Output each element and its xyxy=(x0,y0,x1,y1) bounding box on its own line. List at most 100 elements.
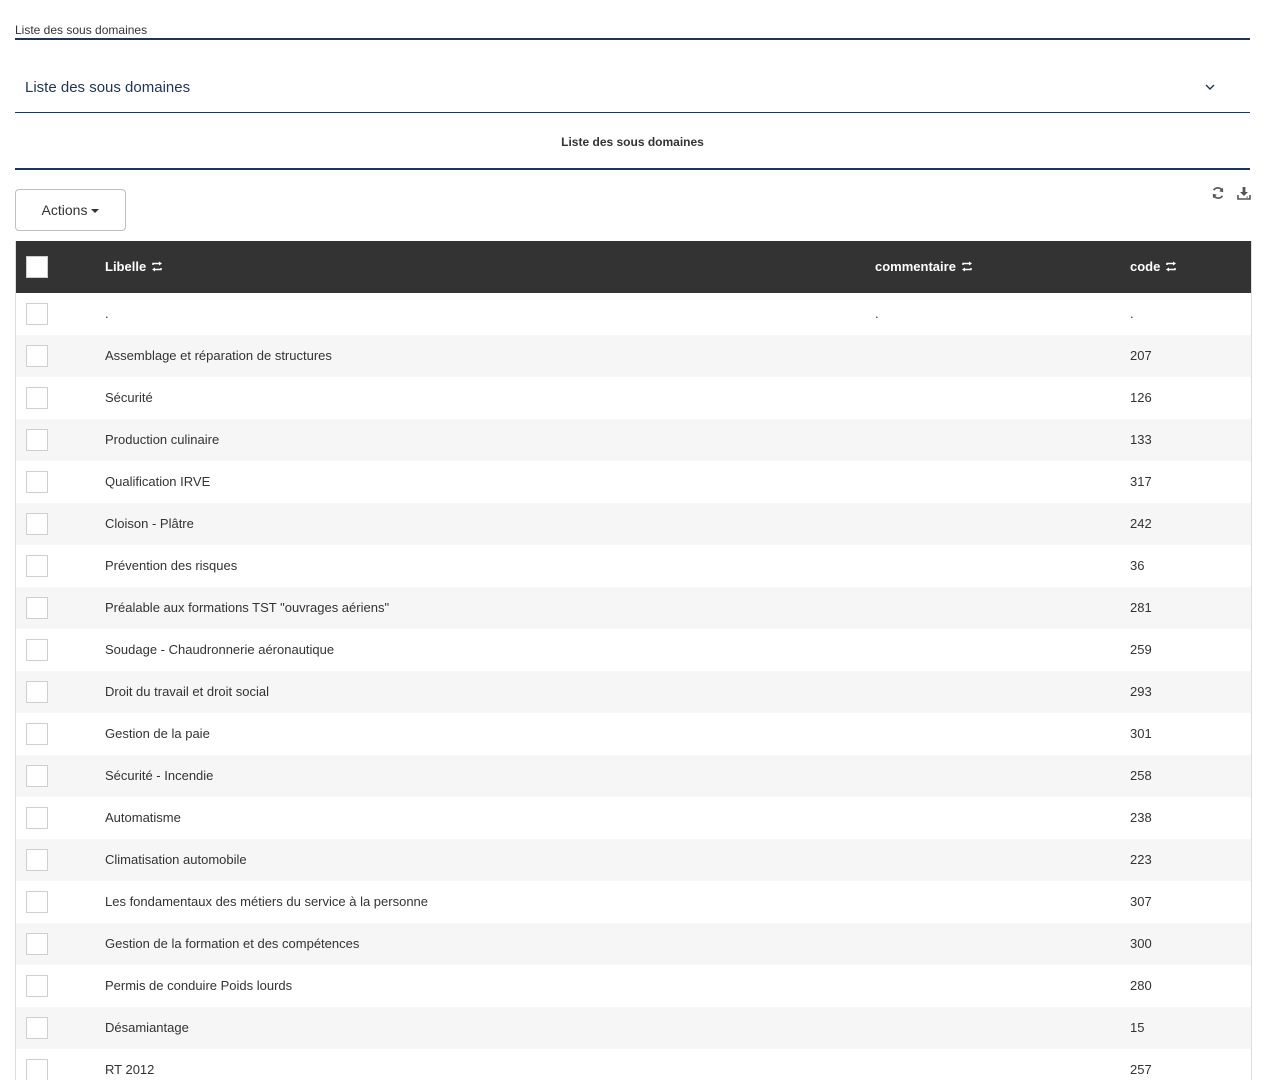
actions-button-label: Actions xyxy=(41,202,88,218)
cell-libelle: Permis de conduire Poids lourds xyxy=(105,978,293,993)
row-checkbox[interactable] xyxy=(26,387,48,409)
column-header-code[interactable]: code xyxy=(1130,259,1177,275)
cell-libelle: Gestion de la formation et des compétenc… xyxy=(105,936,360,951)
table-row[interactable]: Prévention des risques 36 xyxy=(16,545,1251,587)
cell-libelle: . xyxy=(105,306,109,321)
row-checkbox[interactable] xyxy=(26,429,48,451)
data-grid: Libelle commentaire code ... Assemblage e… xyxy=(15,241,1252,1080)
table-row[interactable]: Production culinaire 133 xyxy=(16,419,1251,461)
column-header-commentaire[interactable]: commentaire xyxy=(875,259,973,275)
column-header-libelle[interactable]: Libelle xyxy=(105,259,163,275)
column-header-libelle-label: Libelle xyxy=(105,259,147,274)
table-row[interactable]: Droit du travail et droit social 293 xyxy=(16,671,1251,713)
grid-header: Libelle commentaire code xyxy=(16,241,1251,293)
table-row[interactable]: Cloison - Plâtre 242 xyxy=(16,503,1251,545)
cell-code: 280 xyxy=(1130,978,1152,993)
refresh-icon[interactable] xyxy=(1211,186,1225,200)
cell-code: . xyxy=(1130,306,1134,321)
cell-code: 300 xyxy=(1130,936,1152,951)
row-checkbox[interactable] xyxy=(26,681,48,703)
cell-code: 207 xyxy=(1130,348,1152,363)
table-row[interactable]: Qualification IRVE 317 xyxy=(16,461,1251,503)
cell-commentaire: . xyxy=(875,306,879,321)
sort-icon xyxy=(1166,261,1177,272)
cell-code: 126 xyxy=(1130,390,1152,405)
row-checkbox[interactable] xyxy=(26,471,48,493)
cell-code: 307 xyxy=(1130,894,1152,909)
page: Liste des sous domaines Liste des sous d… xyxy=(0,0,1265,1080)
table-row[interactable]: Gestion de la paie 301 xyxy=(16,713,1251,755)
download-icon[interactable] xyxy=(1237,186,1251,200)
cell-code: 259 xyxy=(1130,642,1152,657)
column-header-code-label: code xyxy=(1130,259,1161,274)
cell-libelle: Qualification IRVE xyxy=(105,474,211,489)
cell-code: 242 xyxy=(1130,516,1152,531)
chevron-down-icon xyxy=(1205,84,1215,90)
caret-down-icon xyxy=(91,209,100,214)
cell-code: 223 xyxy=(1130,852,1152,867)
table-row[interactable]: Automatisme 238 xyxy=(16,797,1251,839)
cell-code: 258 xyxy=(1130,768,1152,783)
row-checkbox[interactable] xyxy=(26,345,48,367)
cell-libelle: Droit du travail et droit social xyxy=(105,684,270,699)
row-checkbox[interactable] xyxy=(26,303,48,325)
cell-libelle: Les fondamentaux des métiers du service … xyxy=(105,894,429,909)
cell-code: 257 xyxy=(1130,1062,1152,1077)
cell-libelle: Soudage - Chaudronnerie aéronautique xyxy=(105,642,335,657)
row-checkbox[interactable] xyxy=(26,765,48,787)
row-checkbox[interactable] xyxy=(26,975,48,997)
grid-body: ... Assemblage et réparation de structure… xyxy=(16,293,1251,1080)
row-checkbox[interactable] xyxy=(26,723,48,745)
cell-libelle: Gestion de la paie xyxy=(105,726,210,741)
row-checkbox[interactable] xyxy=(26,891,48,913)
breadcrumb: Liste des sous domaines xyxy=(15,22,1250,40)
table-row[interactable]: Assemblage et réparation de structures 20… xyxy=(16,335,1251,377)
table-row[interactable]: Sécurité - Incendie 258 xyxy=(16,755,1251,797)
cell-code: 317 xyxy=(1130,474,1152,489)
cell-libelle: Sécurité - Incendie xyxy=(105,768,214,783)
select-all-checkbox[interactable] xyxy=(26,256,48,278)
cell-libelle: Climatisation automobile xyxy=(105,852,247,867)
actions-dropdown-button[interactable]: Actions xyxy=(15,189,126,231)
cell-code: 293 xyxy=(1130,684,1152,699)
cell-libelle: Cloison - Plâtre xyxy=(105,516,194,531)
table-row[interactable]: RT 2012 257 xyxy=(16,1049,1251,1080)
sort-icon xyxy=(961,261,972,272)
table-row[interactable]: Désamiantage 15 xyxy=(16,1007,1251,1049)
cell-libelle: Préalable aux formations TST "ouvrages a… xyxy=(105,600,390,615)
table-row[interactable]: Sécurité 126 xyxy=(16,377,1251,419)
table-row[interactable]: Climatisation automobile 223 xyxy=(16,839,1251,881)
cell-code: 281 xyxy=(1130,600,1152,615)
table-row[interactable]: Les fondamentaux des métiers du service … xyxy=(16,881,1251,923)
sort-icon xyxy=(152,261,163,272)
cell-code: 301 xyxy=(1130,726,1152,741)
table-row[interactable]: Préalable aux formations TST "ouvrages a… xyxy=(16,587,1251,629)
cell-libelle: Assemblage et réparation de structures xyxy=(105,348,332,363)
table-row[interactable]: ... xyxy=(16,293,1251,335)
cell-libelle: Automatisme xyxy=(105,810,181,825)
row-checkbox[interactable] xyxy=(26,597,48,619)
table-row[interactable]: Permis de conduire Poids lourds 280 xyxy=(16,965,1251,1007)
row-checkbox[interactable] xyxy=(26,513,48,535)
panel-title: Liste des sous domaines xyxy=(25,79,191,96)
section-title: Liste des sous domaines xyxy=(15,114,1250,170)
cell-libelle: Production culinaire xyxy=(105,432,220,447)
cell-code: 133 xyxy=(1130,432,1152,447)
cell-libelle: Sécurité xyxy=(105,390,153,405)
row-checkbox[interactable] xyxy=(26,849,48,871)
row-checkbox[interactable] xyxy=(26,933,48,955)
row-checkbox[interactable] xyxy=(26,807,48,829)
table-row[interactable]: Gestion de la formation et des compétenc… xyxy=(16,923,1251,965)
table-row[interactable]: Soudage - Chaudronnerie aéronautique 259 xyxy=(16,629,1251,671)
row-checkbox[interactable] xyxy=(26,639,48,661)
panel-header-toggle[interactable]: Liste des sous domaines xyxy=(15,62,1250,113)
row-checkbox[interactable] xyxy=(26,555,48,577)
row-checkbox[interactable] xyxy=(26,1059,48,1080)
cell-code: 36 xyxy=(1130,558,1145,573)
cell-libelle: Désamiantage xyxy=(105,1020,189,1035)
breadcrumb-current[interactable]: Liste des sous domaines xyxy=(15,22,147,38)
cell-code: 238 xyxy=(1130,810,1152,825)
row-checkbox[interactable] xyxy=(26,1017,48,1039)
cell-code: 15 xyxy=(1130,1020,1145,1035)
cell-libelle: RT 2012 xyxy=(105,1062,155,1077)
